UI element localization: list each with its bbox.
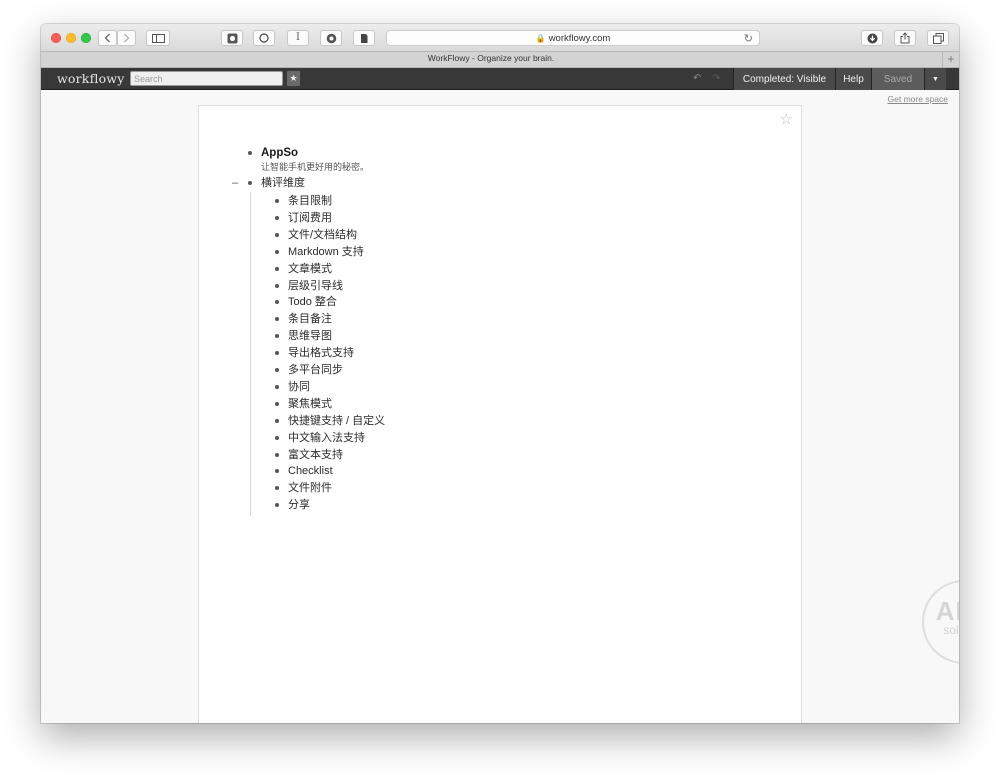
reload-icon[interactable]: ↻ <box>744 32 753 45</box>
download-icon <box>867 33 877 43</box>
saved-status: Saved <box>871 68 924 90</box>
list-item-bullet[interactable] <box>275 215 279 220</box>
outline-page: ☆ AppSo 让智能手机更好用的秘密。 – 横评维度 条目限制订阅费用文件/文… <box>198 105 802 723</box>
address-bar[interactable]: 🔒 workflowy.com ↻ <box>386 30 760 46</box>
star-icon: ★ <box>289 73 298 83</box>
list-item[interactable]: 富文本支持 <box>288 448 343 462</box>
extension-4-button[interactable] <box>320 30 342 46</box>
downloads-button[interactable] <box>861 30 883 46</box>
list-item[interactable]: 文件/文档结构 <box>288 228 357 242</box>
root-bullet[interactable] <box>248 151 252 155</box>
redo-button[interactable]: ↷ <box>712 73 720 84</box>
list-item-bullet[interactable] <box>275 199 279 203</box>
level-guide-line <box>250 192 251 516</box>
tabs-icon <box>932 32 944 44</box>
settings-dropdown-button[interactable]: ▼ <box>924 68 946 90</box>
root-item-title[interactable]: AppSo <box>261 146 298 160</box>
help-button[interactable]: Help <box>835 68 871 90</box>
new-tab-button[interactable]: + <box>942 52 959 67</box>
list-item-bullet[interactable] <box>275 317 279 322</box>
list-item-bullet[interactable] <box>275 503 279 508</box>
list-item-bullet[interactable] <box>275 334 279 339</box>
chevron-right-icon <box>124 33 130 43</box>
undo-icon: ↶ <box>693 73 702 84</box>
list-item[interactable]: Todo 整合 <box>288 295 337 309</box>
list-item-bullet[interactable] <box>275 249 279 254</box>
list-item-bullet[interactable] <box>275 351 279 356</box>
share-icon <box>900 32 910 44</box>
list-item-bullet[interactable] <box>275 266 279 271</box>
list-item[interactable]: 聚焦模式 <box>288 397 332 411</box>
fullscreen-window-button[interactable] <box>81 33 91 43</box>
star-page-icon[interactable]: ☆ <box>780 112 793 127</box>
list-item[interactable]: 文件附件 <box>288 481 332 495</box>
list-item[interactable]: 多平台同步 <box>288 363 343 377</box>
list-item-bullet[interactable] <box>275 418 279 423</box>
list-item[interactable]: 订阅费用 <box>288 211 332 225</box>
sidebar-icon <box>151 33 165 43</box>
list-item-bullet[interactable] <box>275 368 279 372</box>
workflowy-header: workflowy ★ ↶ ↷ Completed: Visible Help … <box>41 68 959 90</box>
tab-title[interactable]: WorkFlowy - Organize your brain. <box>41 53 941 63</box>
list-item[interactable]: 思维导图 <box>288 329 332 343</box>
list-item[interactable]: 分享 <box>288 498 310 512</box>
list-item[interactable]: 协同 <box>288 380 310 394</box>
extension-5-button[interactable] <box>353 30 375 46</box>
get-more-space-link[interactable]: Get more space <box>888 94 948 104</box>
group-item-title[interactable]: 横评维度 <box>261 176 305 190</box>
caret-down-icon: ▼ <box>932 75 939 83</box>
list-item-bullet[interactable] <box>275 469 279 474</box>
list-item-bullet[interactable] <box>275 452 279 457</box>
redo-icon: ↷ <box>712 73 721 84</box>
collapse-toggle-icon[interactable]: – <box>232 176 238 190</box>
lock-icon: 🔒 <box>535 33 546 43</box>
workflowy-logo[interactable]: workflowy <box>57 71 125 86</box>
text-cursor-icon: I <box>296 32 300 43</box>
list-item[interactable]: 层级引导线 <box>288 279 343 293</box>
list-item[interactable]: 快捷键支持 / 自定义 <box>288 414 385 428</box>
evernote-icon <box>361 33 368 43</box>
browser-toolbar: I 🔒 workflowy.com ↻ <box>41 24 959 51</box>
starred-button[interactable]: ★ <box>287 71 300 86</box>
list-item[interactable]: 条目备注 <box>288 312 332 326</box>
circle-icon <box>259 33 269 43</box>
app-solution-watermark: APP solution <box>922 580 959 664</box>
plus-icon: + <box>947 52 955 66</box>
group-bullet[interactable] <box>248 181 252 185</box>
close-window-button[interactable] <box>51 33 61 43</box>
disc-icon <box>326 33 336 43</box>
list-item-bullet[interactable] <box>275 486 279 491</box>
list-item[interactable]: 导出格式支持 <box>288 346 354 360</box>
completed-toggle-button[interactable]: Completed: Visible <box>733 68 835 90</box>
list-item[interactable]: Markdown 支持 <box>288 245 364 259</box>
list-item-bullet[interactable] <box>275 435 279 440</box>
list-item[interactable]: Checklist <box>288 464 333 478</box>
undo-button[interactable]: ↶ <box>693 73 701 84</box>
root-item-note[interactable]: 让智能手机更好用的秘密。 <box>261 162 369 173</box>
browser-window: I 🔒 workflowy.com ↻ WorkFlowy - Organize… <box>41 24 959 723</box>
back-button[interactable] <box>98 30 117 46</box>
record-icon <box>227 33 237 43</box>
tabs-overview-button[interactable] <box>927 30 949 46</box>
chevron-left-icon <box>104 33 110 43</box>
extension-2-button[interactable] <box>253 30 275 46</box>
list-item-bullet[interactable] <box>275 232 279 237</box>
extension-3-button[interactable]: I <box>287 30 309 46</box>
extension-1-button[interactable] <box>221 30 243 46</box>
list-item-bullet[interactable] <box>275 300 279 305</box>
tab-bar: WorkFlowy - Organize your brain. + <box>41 51 959 68</box>
list-item-bullet[interactable] <box>275 401 279 406</box>
forward-button[interactable] <box>117 30 136 46</box>
address-url: workflowy.com <box>548 32 611 44</box>
list-item[interactable]: 文章模式 <box>288 262 332 276</box>
list-item[interactable]: 条目限制 <box>288 194 332 208</box>
minimize-window-button[interactable] <box>66 33 76 43</box>
list-item-bullet[interactable] <box>275 283 279 288</box>
watermark-line-1: APP <box>935 596 959 626</box>
search-input[interactable] <box>130 71 283 86</box>
list-item-bullet[interactable] <box>275 384 279 389</box>
sidebar-toggle-button[interactable] <box>146 30 170 46</box>
share-button[interactable] <box>894 30 916 46</box>
list-item[interactable]: 中文输入法支持 <box>288 431 365 445</box>
